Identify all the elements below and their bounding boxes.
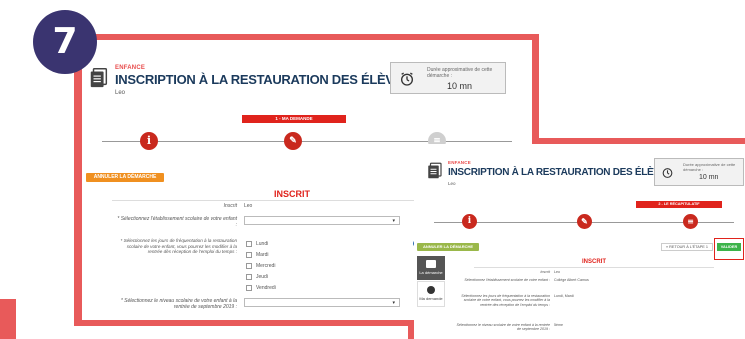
chat-icon [426,260,436,268]
recap-value-inscrit: Leo [554,270,560,274]
step-banner: 1 - MA DEMANDE [242,115,346,123]
duration-box: Durée approximative de cette démarche : … [390,62,506,94]
duration-label: Durée approximative de cette démarche : [427,67,493,79]
page-header: ENFANCE INSCRIPTION À LA RESTAURATION DE… [82,40,532,100]
category-label: ENFANCE [448,160,471,165]
day-checkbox-friday[interactable]: Vendredi [246,285,276,291]
step-banner: 2 - LE RÉCAPITULATIF [636,201,722,208]
chevron-down-icon: ▾ [392,217,395,224]
inscrit-label: Inscrit [223,203,237,209]
side-tab-ma-demande[interactable]: Ma demande [417,281,445,307]
step-1-info-icon[interactable]: i [140,132,158,150]
day-checkbox-thursday[interactable]: Jeudi [246,274,268,280]
recap-value-school: Collège Albert Camus [554,278,589,282]
duration-value: 10 mn [699,174,719,181]
document-icon [428,162,442,179]
days-label: * Sélectionnez les jours de fréquentatio… [120,238,237,255]
school-label: * Sélectionnez l'établissement scolaire … [117,216,237,229]
alarm-clock-icon [662,168,673,178]
recap-value-days: Lundi, Mardi [554,294,574,298]
inscrit-value: Leo [244,203,253,209]
user-name: Leo [448,181,456,186]
section-divider [112,200,442,201]
section-title: INSCRIT [582,259,606,265]
school-select[interactable]: ▾ [244,216,400,225]
step-3-summary-icon[interactable]: ≡ [683,214,698,229]
duration-box: Durée approximative de cette démarche : … [654,158,744,186]
section-divider [474,267,714,268]
user-name: Leo [115,90,126,96]
alarm-clock-icon [401,72,413,86]
screenshot-step-2: ENFANCE INSCRIPTION À LA RESTAURATION DE… [414,144,745,339]
section-title: INSCRIT [274,189,310,199]
step-2-pencil-icon[interactable]: ✎ [577,214,592,229]
recap-label-inscrit: Inscrit [540,270,550,274]
level-select[interactable]: ▾ [244,298,400,307]
side-tab-demarche[interactable]: La démarche [417,256,445,280]
chevron-down-icon: ▾ [392,299,395,306]
step-2-pencil-icon[interactable]: ✎ [284,132,302,150]
recap-label-level: Sélectionnez le niveau scolaire de votre… [456,323,551,332]
red-accent-bar [0,299,16,339]
back-to-step-1-button[interactable]: « RETOUR À L'ÉTAPE 1 [661,243,713,251]
validate-button[interactable]: VALIDER [717,243,741,251]
duration-value: 10 mn [447,81,473,91]
day-checkbox-monday[interactable]: Lundi [246,241,268,247]
duration-label: Durée approximative de cette démarche : [683,162,736,172]
recap-label-school: Sélectionnez l'établissement scolaire de… [464,278,550,282]
cancel-button[interactable]: ANNULER LA DÉMARCHE [86,173,164,182]
step-1-info-icon[interactable]: i [462,214,477,229]
day-checkbox-tuesday[interactable]: Mardi [246,252,269,258]
document-icon [90,68,108,88]
speech-bubble-icon [427,286,435,294]
recap-label-days: Sélectionnez les jours de fréquentation … [461,294,550,307]
category-label: ENFANCE [115,65,146,71]
cancel-button[interactable]: ANNULER LA DÉMARCHE [417,243,479,251]
step-number-badge: 7 [33,10,97,74]
day-checkbox-wednesday[interactable]: Mercredi [246,263,275,269]
stepper-line [102,141,512,142]
level-label: * Sélectionnez le niveau scolaire de vot… [120,298,237,311]
recap-value-level: 5ème [554,323,563,327]
